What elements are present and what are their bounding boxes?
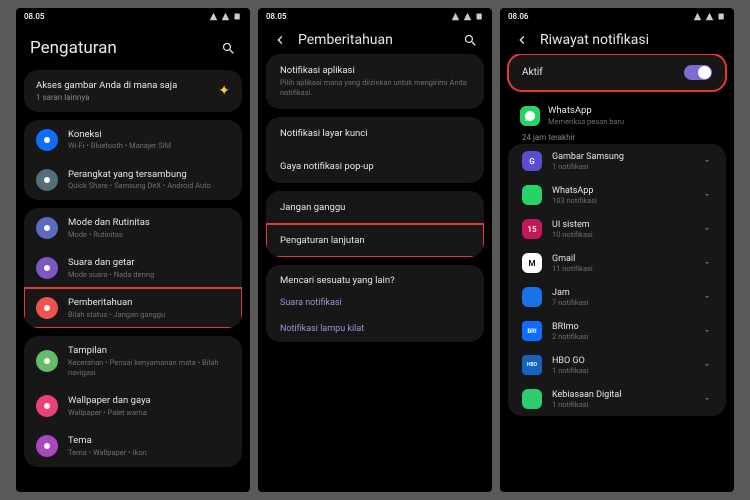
perangkat-icon — [36, 169, 58, 191]
app-icon: M — [522, 253, 542, 273]
app-icon — [522, 287, 542, 307]
app-icon — [522, 389, 542, 409]
chevron-down-icon — [702, 258, 712, 268]
history-item-ui sistem[interactable]: 15 UI sistem 10 notifikasi — [508, 212, 726, 246]
wallpaper-icon — [36, 395, 58, 417]
settings-row-wallpaper[interactable]: Wallpaper dan gaya Wallpaper • Palet war… — [24, 386, 242, 426]
settings-row-suara[interactable]: Suara dan getar Mode suara • Nada dering — [24, 248, 242, 288]
mode-icon — [36, 217, 58, 239]
related-label: Mencari sesuatu yang lain? — [266, 265, 484, 290]
app-status: Memeriksa pesan baru — [548, 117, 714, 127]
suara-icon — [36, 257, 58, 279]
phone-settings: 08.05 Pengaturan Akses gambar Anda di ma… — [16, 8, 250, 492]
settings-row-tema[interactable]: Tema Tema • Wallpaper • Ikon — [24, 426, 242, 466]
koneksi-icon — [36, 129, 58, 151]
status-time: 08.05 — [24, 12, 44, 21]
notif-sound-link[interactable]: Suara notifikasi — [266, 290, 484, 316]
app-icon: 15 — [522, 219, 542, 239]
history-item-hbo go[interactable]: HBO HBO GO 1 notifikasi — [508, 348, 726, 382]
flash-notif-link[interactable]: Notifikasi lampu kilat — [266, 316, 484, 342]
status-bar: 08.05 — [258, 8, 492, 24]
suggestion-subtitle: 1 saran lainnya — [36, 93, 210, 102]
suggestion-card[interactable]: Akses gambar Anda di mana saja 1 saran l… — [24, 70, 242, 112]
recent-app-row: WhatsApp Memeriksa pesan baru — [508, 99, 726, 127]
chevron-down-icon — [702, 156, 712, 166]
history-item-whatsapp[interactable]: WhatsApp 103 notifikasi — [508, 178, 726, 212]
settings-row-tampilan[interactable]: Tampilan Kecerahan • Perisai kenyamanan … — [24, 336, 242, 386]
app-icon — [522, 185, 542, 205]
toggle-switch[interactable] — [684, 65, 712, 80]
history-item-gambar samsung[interactable]: G Gambar Samsung 1 notifikasi — [508, 144, 726, 178]
app-name: WhatsApp — [548, 105, 714, 117]
status-time: 08.06 — [508, 12, 528, 21]
app-notif-card: Notifikasi aplikasi Pilih aplikasi mana … — [266, 54, 484, 109]
tampilan-icon — [36, 350, 58, 372]
status-icons — [451, 12, 484, 21]
related-card: Mencari sesuatu yang lain? Suara notifik… — [266, 265, 484, 342]
history-list-card: G Gambar Samsung 1 notifikasi WhatsApp 1… — [508, 144, 726, 416]
dnd-card: Jangan ganggu Pengaturan lanjutan — [266, 191, 484, 257]
lockscreen-notif-row[interactable]: Notifikasi layar kunci — [266, 117, 484, 150]
whatsapp-icon — [520, 106, 540, 126]
phone-history: 08.06 Riwayat notifikasi Aktif WhatsApp … — [500, 8, 734, 492]
header: Riwayat notifikasi — [500, 24, 734, 54]
header: Pemberitahuan — [258, 24, 492, 54]
app-icon: BRI — [522, 321, 542, 341]
header: Pengaturan — [16, 24, 250, 70]
active-card: Aktif — [508, 54, 726, 91]
notif-settings-body: Notifikasi aplikasi Pilih aplikasi mana … — [258, 54, 492, 492]
chevron-down-icon — [702, 292, 712, 302]
active-label: Aktif — [522, 67, 676, 78]
status-icons — [209, 12, 242, 21]
search-icon[interactable] — [221, 41, 236, 56]
advanced-settings-row[interactable]: Pengaturan lanjutan — [266, 224, 484, 257]
back-icon[interactable] — [514, 32, 530, 48]
history-item-brimo[interactable]: BRI BRImo 2 notifikasi — [508, 314, 726, 348]
chevron-down-icon — [702, 190, 712, 200]
section-label: 24 jam terakhir — [508, 127, 726, 144]
chevron-down-icon — [702, 360, 712, 370]
chevron-down-icon — [702, 326, 712, 336]
chevron-down-icon — [702, 224, 712, 234]
status-icons — [693, 12, 726, 21]
status-bar: 08.05 — [16, 8, 250, 24]
history-item-gmail[interactable]: M Gmail 11 notifikasi — [508, 246, 726, 280]
settings-row-pemberitahuan[interactable]: Pemberitahuan Bilah status • Jangan gang… — [24, 288, 242, 328]
settings-group-display: Tampilan Kecerahan • Perisai kenyamanan … — [24, 336, 242, 466]
app-notif-row[interactable]: Notifikasi aplikasi Pilih aplikasi mana … — [266, 54, 484, 109]
dnd-row[interactable]: Jangan ganggu — [266, 191, 484, 224]
suggestion-title: Akses gambar Anda di mana saja — [36, 80, 210, 91]
back-icon[interactable] — [272, 32, 288, 48]
pemberitahuan-icon — [36, 297, 58, 319]
popup-style-row[interactable]: Gaya notifikasi pop-up — [266, 150, 484, 183]
history-body: Aktif WhatsApp Memeriksa pesan baru 24 j… — [500, 54, 734, 492]
chevron-down-icon — [702, 394, 712, 404]
settings-row-mode[interactable]: Mode dan Rutinitas Mode • Rutinitas — [24, 208, 242, 248]
app-icon: G — [522, 151, 542, 171]
settings-body: Akses gambar Anda di mana saja 1 saran l… — [16, 70, 250, 492]
page-title: Riwayat notifikasi — [540, 32, 720, 48]
status-bar: 08.06 — [500, 8, 734, 24]
tema-icon — [36, 435, 58, 457]
phone-notifications: 08.05 Pemberitahuan Notifikasi aplikasi … — [258, 8, 492, 492]
page-title: Pengaturan — [30, 32, 211, 64]
settings-group-connections: Koneksi Wi-Fi • Bluetooth • Manajer SIM … — [24, 120, 242, 200]
search-icon[interactable] — [463, 33, 478, 48]
lockscreen-card: Notifikasi layar kunci Gaya notifikasi p… — [266, 117, 484, 183]
app-icon: HBO — [522, 355, 542, 375]
active-toggle-row[interactable]: Aktif — [508, 54, 726, 91]
history-item-jam[interactable]: Jam 7 notifikasi — [508, 280, 726, 314]
sparkle-icon: ✦ — [218, 83, 230, 99]
page-title: Pemberitahuan — [298, 32, 453, 48]
settings-row-koneksi[interactable]: Koneksi Wi-Fi • Bluetooth • Manajer SIM — [24, 120, 242, 160]
settings-row-perangkat[interactable]: Perangkat yang tersambung Quick Share • … — [24, 160, 242, 200]
status-time: 08.05 — [266, 12, 286, 21]
settings-group-modes: Mode dan Rutinitas Mode • Rutinitas Suar… — [24, 208, 242, 328]
history-item-kebiasaan digital[interactable]: Kebiasaan Digital 1 notifikasi — [508, 382, 726, 416]
